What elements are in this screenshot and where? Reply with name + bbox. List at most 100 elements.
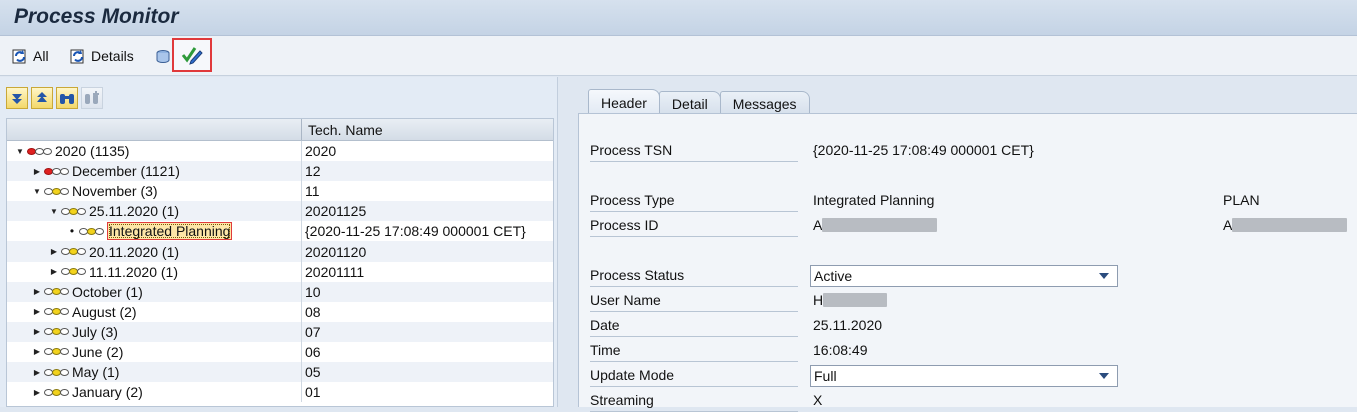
collapse-icon [37,92,47,102]
field-process-status: Process Status Active [590,265,1350,287]
status-lights-icon [44,388,69,396]
tree-header-name [7,119,302,140]
refresh-icon [70,49,84,64]
check-pencil-icon [181,47,203,65]
tree-tech-name: 08 [305,303,321,320]
collapsed-arrow-icon[interactable]: ▶ [49,267,59,276]
tree-tech-name: 01 [305,384,321,401]
tree-tech-name: 05 [305,364,321,381]
find-next-button[interactable] [81,87,103,109]
tree-row[interactable]: ▼ 25.11.2020 (1) 20201125 [7,201,553,222]
tab-detail[interactable]: Detail [658,91,721,115]
status-lights-icon [44,328,69,336]
title-bar: Process Monitor [0,0,1357,36]
field-value-redacted: A [813,217,938,233]
dropdown-arrow-icon[interactable] [1099,273,1109,279]
right-pane: Header Detail Messages Process TSN {2020… [566,77,1357,412]
tree-row[interactable]: ▶ June (2) 06 [7,341,553,363]
expand-all-button[interactable] [6,87,28,109]
status-lights-icon [61,207,86,215]
tree-node-label: 2020 (1135) [55,143,130,160]
expanded-arrow-icon[interactable]: ▼ [49,207,59,216]
database-button[interactable] [155,46,171,68]
update-mode-select[interactable]: Full [810,365,1118,387]
expanded-arrow-icon[interactable]: ▼ [15,147,25,156]
tree-tech-name: 12 [305,163,321,180]
field-label: Process Type [590,192,798,212]
tree-node-label: May (1) [72,364,120,381]
collapsed-arrow-icon[interactable]: ▶ [32,368,42,377]
tree-row-selected[interactable]: • Integrated Planning {2020-11-25 17:08:4… [7,221,553,242]
tree-row[interactable]: ▶ October (1) 10 [7,281,553,302]
refresh-all-label: All [33,48,49,64]
field-value-secondary-redacted: A [1223,217,1348,233]
field-label: Streaming [590,392,798,412]
tree-node-label: June (2) [72,343,124,360]
collapsed-arrow-icon[interactable]: ▶ [32,167,42,176]
field-label: Update Mode [590,367,798,387]
tree-node-label: July (3) [72,323,118,340]
check-edit-button[interactable] [172,38,212,72]
status-lights-icon [44,308,69,316]
tree-tech-name: 06 [305,343,321,360]
status-lights-icon [44,348,69,356]
field-date: Date 25.11.2020 [590,315,1350,337]
field-label: Process ID [590,217,798,237]
field-update-mode: Update Mode Full [590,365,1350,387]
tree-tech-name: 20201111 [305,263,365,280]
tree-tech-name: 2020 [305,143,337,160]
tree-row[interactable]: ▼ November (3) 11 [7,181,553,202]
tree-row[interactable]: ▶ July (3) 07 [7,321,553,342]
expanded-arrow-icon[interactable]: ▼ [32,187,42,196]
refresh-details-button[interactable]: Details [69,45,134,67]
tree-header: Tech. Name [7,119,553,141]
collapsed-arrow-icon[interactable]: ▶ [32,327,42,336]
field-value: X [813,392,823,408]
field-value-secondary: A [1223,217,1233,233]
find-button[interactable] [56,87,78,109]
tree-node-label: 25.11.2020 (1) [89,203,180,220]
field-user-name: User Name H [590,290,1350,312]
left-pane: Tech. Name ▼ 2020 (1135) 2020 ▶ December (… [0,77,558,407]
field-label: Process Status [590,267,798,287]
tree-row[interactable]: ▶ 20.11.2020 (1) 20201120 [7,241,553,262]
tree-tech-name: 20201125 [305,203,367,220]
tab-messages[interactable]: Messages [719,91,810,115]
tree-row[interactable]: ▶ May (1) 05 [7,362,553,383]
field-streaming: Streaming X [590,390,1350,412]
process-status-select[interactable]: Active [810,265,1118,287]
field-value: 25.11.2020 [813,317,883,333]
tree-node-label: October (1) [72,283,143,300]
refresh-details-label: Details [91,48,134,64]
collapsed-arrow-icon[interactable]: ▶ [32,307,42,316]
collapse-all-button[interactable] [31,87,53,109]
dropdown-arrow-icon[interactable] [1099,373,1109,379]
tree-tech-name: 07 [305,323,321,340]
header-panel: Process TSN {2020-11-25 17:08:49 000001 … [578,113,1357,412]
status-lights-icon [79,227,104,235]
field-label: Date [590,317,798,337]
collapsed-arrow-icon[interactable]: ▶ [32,388,42,397]
tree-header-tech[interactable]: Tech. Name [302,119,553,140]
tree-row[interactable]: ▶ January (2) 01 [7,382,553,403]
field-value-secondary: PLAN [1223,192,1260,208]
tree-tech-name: 20201120 [305,243,367,260]
field-value: 16:08:49 [813,342,868,358]
status-lights-icon [27,147,52,155]
tree-row[interactable]: ▶ August (2) 08 [7,301,553,322]
refresh-all-button[interactable]: All [11,45,49,67]
refresh-icon [12,49,26,64]
collapsed-arrow-icon[interactable]: ▶ [49,247,59,256]
window-title: Process Monitor [14,5,179,28]
field-process-tsn: Process TSN {2020-11-25 17:08:49 000001 … [590,140,1350,162]
collapsed-arrow-icon[interactable]: ▶ [32,287,42,296]
tree-node-label[interactable]: Integrated Planning [107,222,233,241]
tree-row[interactable]: ▶ December (1121) 12 [7,161,553,182]
tree-row[interactable]: ▼ 2020 (1135) 2020 [7,141,553,162]
status-lights-icon [44,288,69,296]
field-label: Time [590,342,798,362]
collapsed-arrow-icon[interactable]: ▶ [32,347,42,356]
tree-row[interactable]: ▶ 11.11.2020 (1) 20201111 [7,261,553,282]
tab-header[interactable]: Header [588,89,660,115]
select-value: Full [814,368,837,384]
